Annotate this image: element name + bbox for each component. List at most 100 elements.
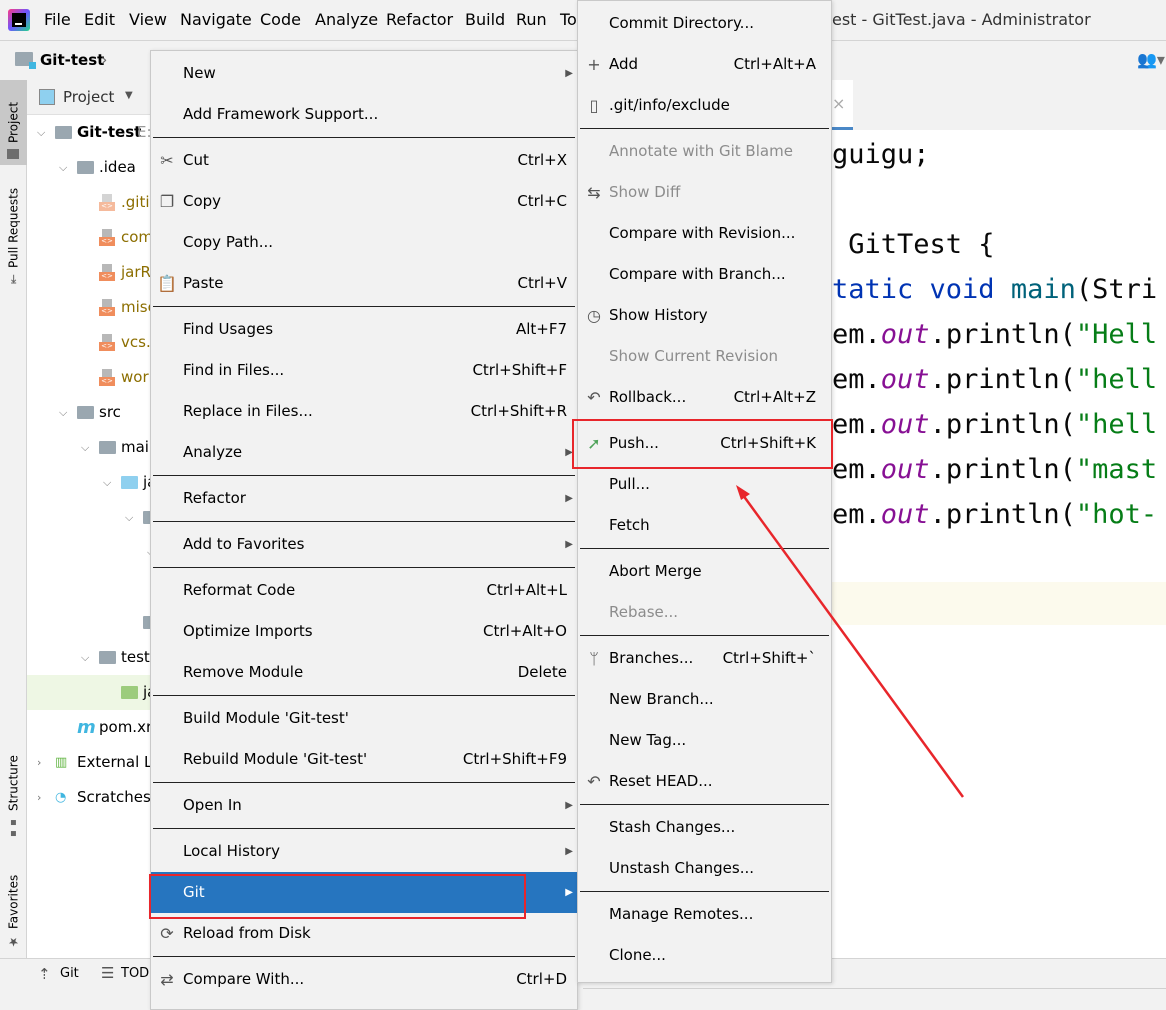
- menu-item-copy-path[interactable]: Copy Path...: [151, 222, 577, 263]
- menu-code[interactable]: Code: [260, 10, 301, 29]
- tree-row[interactable]: jarRe: [27, 255, 152, 290]
- menu-navigate[interactable]: Navigate: [180, 10, 252, 29]
- menu-item-new-branch[interactable]: New Branch...: [578, 679, 831, 720]
- menu-item-find-usages[interactable]: Find Usages Alt+F7: [151, 309, 577, 350]
- menu-item-add[interactable]: + Add Ctrl+Alt+A: [578, 44, 831, 85]
- menu-item-label: Compare with Branch...: [609, 265, 786, 283]
- menu-item-fetch[interactable]: Fetch: [578, 505, 831, 546]
- menu-item-find-in-files[interactable]: Find in Files... Ctrl+Shift+F: [151, 350, 577, 391]
- chevron-down-icon[interactable]: ⌵: [81, 640, 89, 675]
- menu-item-unstash-changes[interactable]: Unstash Changes...: [578, 848, 831, 889]
- close-tab-icon[interactable]: ×: [832, 94, 845, 113]
- menu-item-show-history[interactable]: ◷ Show History: [578, 295, 831, 336]
- menu-to[interactable]: To: [560, 10, 577, 29]
- menu-item-reload-from-disk[interactable]: ⟳ Reload from Disk: [151, 913, 577, 954]
- tree-row[interactable]: ⌵: [27, 500, 152, 535]
- menu-item-compare-with[interactable]: ⇄ Compare With... Ctrl+D: [151, 959, 577, 1000]
- tree-row[interactable]: › ◔ Scratches: [27, 780, 152, 815]
- menu-item-build-module-git-test[interactable]: Build Module 'Git-test': [151, 698, 577, 739]
- tree-row[interactable]: ⌵ Git-test E:: [27, 115, 152, 150]
- menu-item-add-to-favorites[interactable]: Add to Favorites ▶: [151, 524, 577, 565]
- menu-item-paste[interactable]: 📋 Paste Ctrl+V: [151, 263, 577, 304]
- menu-item-compare-with-branch[interactable]: Compare with Branch...: [578, 254, 831, 295]
- project-panel-header[interactable]: Project ▼: [27, 80, 152, 115]
- tree-row[interactable]: ⌵ test: [27, 640, 152, 675]
- tree-row[interactable]: vcs.x: [27, 325, 152, 360]
- menu-item-reset-head[interactable]: ↶ Reset HEAD...: [578, 761, 831, 802]
- todo-tool-tab[interactable]: TOD: [121, 966, 149, 981]
- menu-item-pull[interactable]: Pull...: [578, 464, 831, 505]
- tree-row[interactable]: ⌵ja: [27, 465, 152, 500]
- chevron-down-icon[interactable]: ⌵: [59, 150, 67, 185]
- tree-row[interactable]: com: [27, 220, 152, 255]
- git-tool-tab[interactable]: Git: [60, 966, 79, 981]
- menu-item-copy[interactable]: ❐ Copy Ctrl+C: [151, 181, 577, 222]
- menu-item-rollback[interactable]: ↶ Rollback... Ctrl+Alt+Z: [578, 377, 831, 418]
- menu-item-new-tag[interactable]: New Tag...: [578, 720, 831, 761]
- chevron-down-icon[interactable]: ⌵: [59, 395, 67, 430]
- menu-item-commit-directory[interactable]: Commit Directory...: [578, 3, 831, 44]
- menu-item-stash-changes[interactable]: Stash Changes...: [578, 807, 831, 848]
- tree-row[interactable]: ⌵: [27, 535, 152, 570]
- menu-item-compare-with-revision[interactable]: Compare with Revision...: [578, 213, 831, 254]
- tree-row[interactable]: re: [27, 605, 152, 640]
- menu-item-optimize-imports[interactable]: Optimize Imports Ctrl+Alt+O: [151, 611, 577, 652]
- tree-row[interactable]: › ▥ External Li: [27, 745, 152, 780]
- chevron-right-icon[interactable]: ›: [37, 745, 41, 780]
- menu-refactor[interactable]: Refactor: [386, 10, 453, 29]
- menu-item-show-current-revision[interactable]: Show Current Revision: [578, 336, 831, 377]
- menu-item-rebuild-module-git-test[interactable]: Rebuild Module 'Git-test' Ctrl+Shift+F9: [151, 739, 577, 780]
- menu-item-push[interactable]: ➚ Push... Ctrl+Shift+K: [578, 423, 831, 464]
- tree-row[interactable]: m pom.xr: [27, 710, 152, 745]
- tree-row[interactable]: ⌵ .idea: [27, 150, 152, 185]
- breadcrumb-git-test[interactable]: Git-test: [40, 51, 104, 69]
- pull-requests-tool-tab[interactable]: ⇤ Pull Requests: [0, 175, 27, 290]
- menu-item-cut[interactable]: ✂ Cut Ctrl+X: [151, 140, 577, 181]
- menu-item-label: Replace in Files...: [183, 402, 313, 420]
- tree-row[interactable]: [27, 570, 152, 605]
- menu-item-branches[interactable]: ᛘ Branches... Ctrl+Shift+`: [578, 638, 831, 679]
- menu-item-refactor[interactable]: Refactor ▶: [151, 478, 577, 519]
- tree-row[interactable]: ⌵ src: [27, 395, 152, 430]
- chevron-down-icon[interactable]: ⌵: [125, 500, 133, 535]
- menu-item-open-in[interactable]: Open In ▶: [151, 785, 577, 826]
- menu-item-clone[interactable]: Clone...: [578, 935, 831, 976]
- tree-row[interactable]: ja: [27, 675, 152, 710]
- favorites-tool-tab[interactable]: ★ Favorites: [0, 860, 27, 955]
- user-account-icon[interactable]: 👥▾: [1137, 50, 1165, 69]
- chevron-down-icon[interactable]: ⌵: [81, 430, 89, 465]
- shortcut-label: Ctrl+Alt+Z: [733, 388, 816, 406]
- menu-item-manage-remotes[interactable]: Manage Remotes...: [578, 894, 831, 935]
- menu-item-label: Unstash Changes...: [609, 859, 755, 877]
- menu-item-annotate-with-git-blame[interactable]: Annotate with Git Blame: [578, 131, 831, 172]
- menu-item-reformat-code[interactable]: Reformat Code Ctrl+Alt+L: [151, 570, 577, 611]
- menu-item-replace-in-files[interactable]: Replace in Files... Ctrl+Shift+R: [151, 391, 577, 432]
- menu-analyze[interactable]: Analyze: [315, 10, 378, 29]
- menu-item-git[interactable]: Git ▶: [151, 872, 577, 913]
- chevron-down-icon[interactable]: ⌵: [103, 465, 111, 500]
- structure-tool-tab[interactable]: ▪▪ Structure: [0, 755, 27, 845]
- tree-row[interactable]: ⌵ main: [27, 430, 152, 465]
- menu-view[interactable]: View: [129, 10, 167, 29]
- chevron-right-icon[interactable]: ›: [37, 780, 41, 815]
- menu-item-show-diff[interactable]: ⇆ Show Diff: [578, 172, 831, 213]
- menu-file[interactable]: File: [44, 10, 71, 29]
- menu-item-git-info-exclude[interactable]: ▯ .git/info/exclude: [578, 85, 831, 126]
- menu-edit[interactable]: Edit: [84, 10, 115, 29]
- tree-row[interactable]: work: [27, 360, 152, 395]
- menu-item-local-history[interactable]: Local History ▶: [151, 831, 577, 872]
- project-tool-tab[interactable]: Project: [0, 80, 27, 165]
- tree-row[interactable]: .gitig: [27, 185, 152, 220]
- menu-item-remove-module[interactable]: Remove Module Delete: [151, 652, 577, 693]
- tree-row[interactable]: misc: [27, 290, 152, 325]
- menu-item-abort-merge[interactable]: Abort Merge: [578, 551, 831, 592]
- menu-run[interactable]: Run: [516, 10, 547, 29]
- chevron-down-icon[interactable]: ⌵: [37, 115, 45, 150]
- menu-item-label: Build Module 'Git-test': [183, 709, 349, 727]
- menu-item-add-framework-support[interactable]: Add Framework Support...: [151, 94, 577, 135]
- menu-item-analyze[interactable]: Analyze ▶: [151, 432, 577, 473]
- project-view-selector[interactable]: Project: [63, 88, 114, 106]
- menu-item-rebase[interactable]: Rebase...: [578, 592, 831, 633]
- menu-item-new[interactable]: New ▶: [151, 53, 577, 94]
- menu-build[interactable]: Build: [465, 10, 505, 29]
